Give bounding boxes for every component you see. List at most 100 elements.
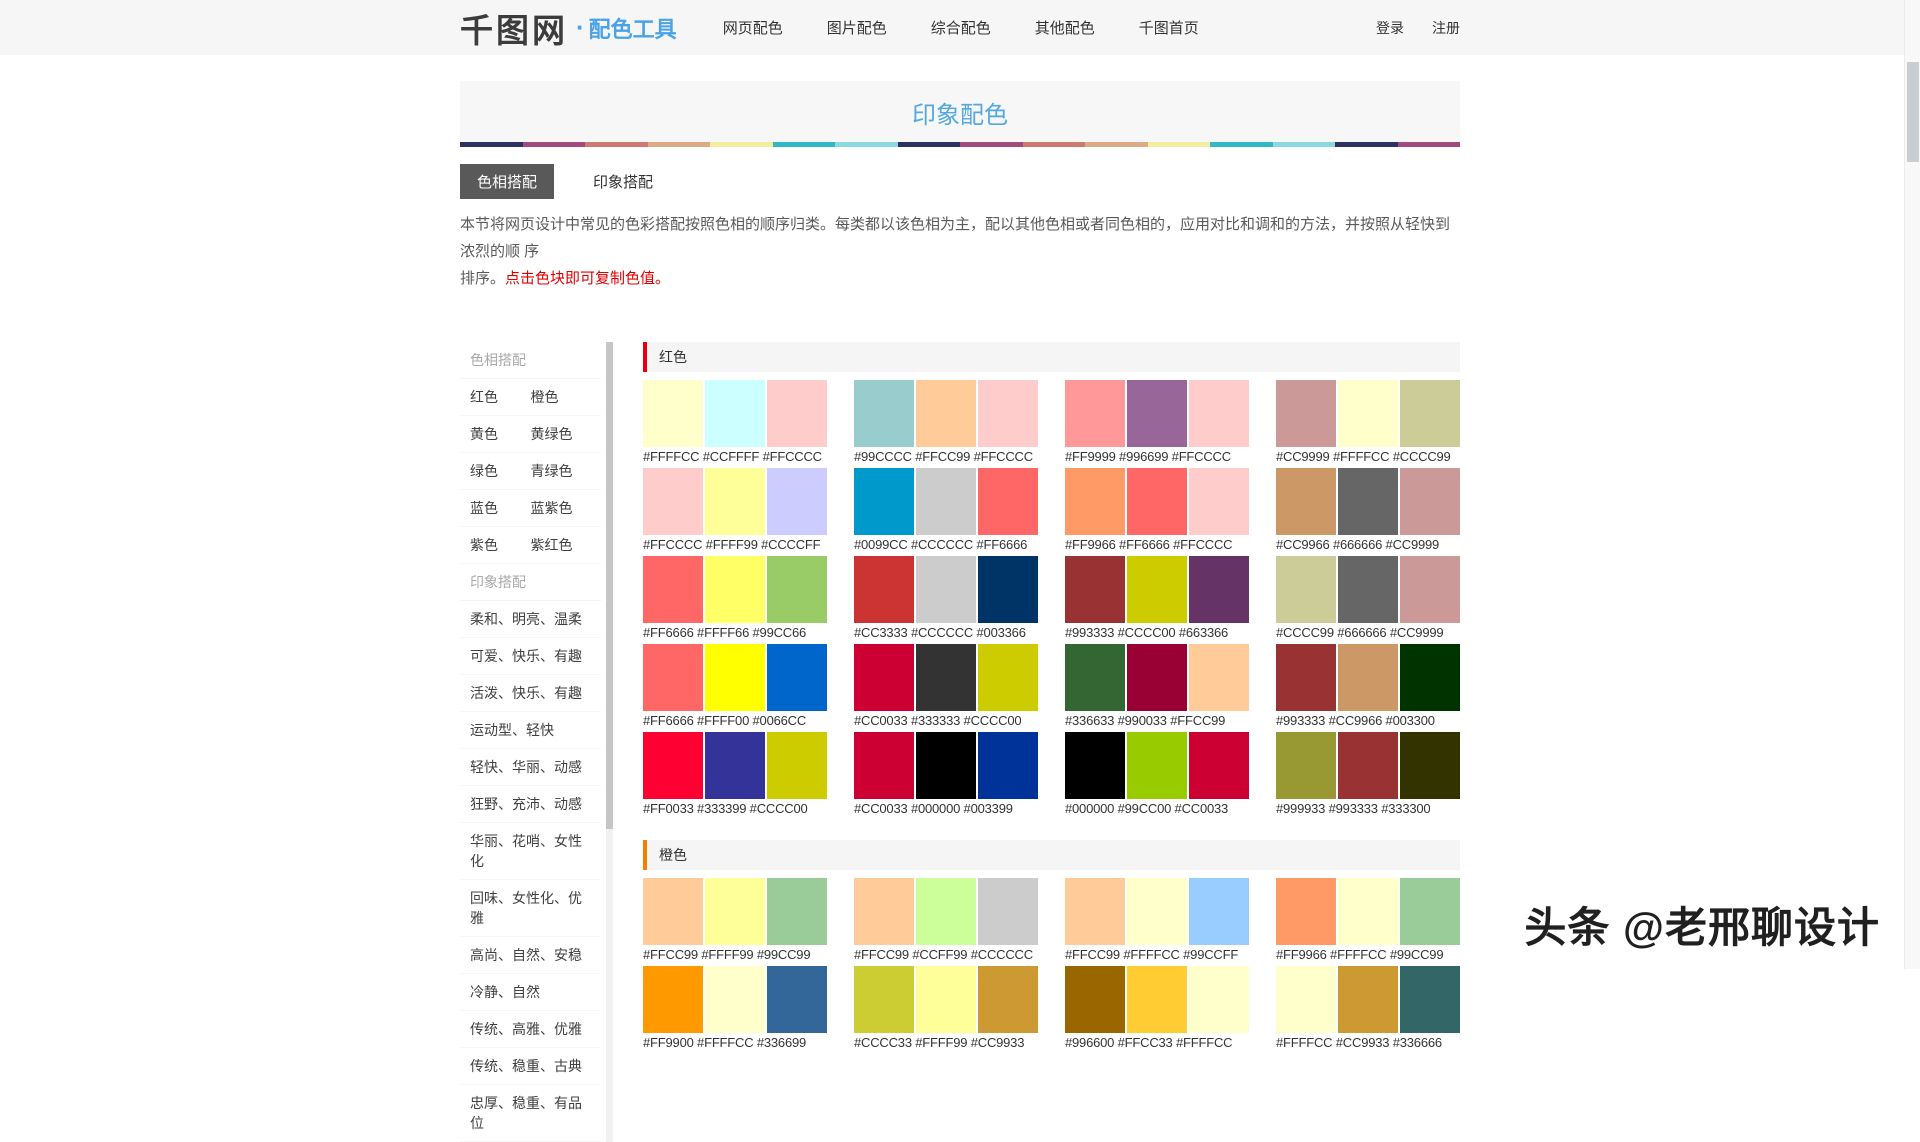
color-swatch[interactable] xyxy=(978,380,1038,447)
color-swatch[interactable] xyxy=(1338,644,1398,711)
color-swatch[interactable] xyxy=(1127,644,1187,711)
color-swatch[interactable] xyxy=(854,644,914,711)
color-swatch[interactable] xyxy=(1338,732,1398,799)
page-scrollbar-track[interactable] xyxy=(1904,0,1920,969)
color-swatch[interactable] xyxy=(1338,468,1398,535)
color-swatch[interactable] xyxy=(978,732,1038,799)
color-swatch[interactable] xyxy=(1127,878,1187,945)
color-swatch[interactable] xyxy=(1065,468,1125,535)
color-swatch[interactable] xyxy=(1065,380,1125,447)
color-swatch[interactable] xyxy=(1276,380,1336,447)
sidebar-item[interactable]: 可爱、快乐、有趣 xyxy=(470,646,582,666)
color-swatch[interactable] xyxy=(1400,644,1460,711)
sidebar-item[interactable]: 紫红色 xyxy=(531,535,592,555)
sidebar-item[interactable]: 高尚、自然、安稳 xyxy=(470,945,582,965)
sidebar-item[interactable]: 运动型、轻快 xyxy=(470,720,554,740)
sidebar-item[interactable]: 传统、高雅、优雅 xyxy=(470,1019,582,1039)
color-swatch[interactable] xyxy=(705,966,765,1033)
login-link[interactable]: 登录 xyxy=(1376,18,1404,38)
color-swatch[interactable] xyxy=(1127,966,1187,1033)
color-swatch[interactable] xyxy=(705,732,765,799)
color-swatch[interactable] xyxy=(1276,878,1336,945)
color-swatch[interactable] xyxy=(1400,966,1460,1033)
color-swatch[interactable] xyxy=(767,468,827,535)
sidebar-item[interactable]: 轻快、华丽、动感 xyxy=(470,757,582,777)
color-swatch[interactable] xyxy=(978,878,1038,945)
color-swatch[interactable] xyxy=(643,878,703,945)
color-swatch[interactable] xyxy=(978,468,1038,535)
color-swatch[interactable] xyxy=(916,556,976,623)
sidebar-scrollbar-thumb[interactable] xyxy=(606,342,613,829)
sidebar-item[interactable]: 回味、女性化、优雅 xyxy=(470,888,591,928)
color-swatch[interactable] xyxy=(916,878,976,945)
color-swatch[interactable] xyxy=(1276,468,1336,535)
tab-hue-match[interactable]: 色相搭配 xyxy=(460,164,555,199)
color-swatch[interactable] xyxy=(705,644,765,711)
color-swatch[interactable] xyxy=(1065,556,1125,623)
color-swatch[interactable] xyxy=(1065,732,1125,799)
color-swatch[interactable] xyxy=(1127,468,1187,535)
nav-link[interactable]: 其他配色 xyxy=(1035,17,1095,38)
color-swatch[interactable] xyxy=(1127,732,1187,799)
color-swatch[interactable] xyxy=(643,732,703,799)
nav-link[interactable]: 网页配色 xyxy=(723,17,783,38)
site-logo[interactable]: 千图网 xyxy=(460,4,568,52)
sidebar-item[interactable]: 华丽、花哨、女性化 xyxy=(470,831,591,871)
color-swatch[interactable] xyxy=(767,380,827,447)
color-swatch[interactable] xyxy=(767,878,827,945)
color-swatch[interactable] xyxy=(978,966,1038,1033)
sidebar-item[interactable]: 橙色 xyxy=(531,387,592,407)
sidebar-item[interactable]: 活泼、快乐、有趣 xyxy=(470,683,582,703)
page-scrollbar-thumb[interactable] xyxy=(1907,62,1919,162)
color-swatch[interactable] xyxy=(705,556,765,623)
color-swatch[interactable] xyxy=(916,644,976,711)
sidebar-item[interactable]: 黄色 xyxy=(470,424,531,444)
color-swatch[interactable] xyxy=(1189,468,1249,535)
color-swatch[interactable] xyxy=(705,878,765,945)
sidebar-item[interactable]: 绿色 xyxy=(470,461,531,481)
color-swatch[interactable] xyxy=(1189,556,1249,623)
color-swatch[interactable] xyxy=(643,556,703,623)
color-swatch[interactable] xyxy=(1276,732,1336,799)
color-swatch[interactable] xyxy=(1400,732,1460,799)
sidebar-item[interactable]: 红色 xyxy=(470,387,531,407)
color-swatch[interactable] xyxy=(767,732,827,799)
color-swatch[interactable] xyxy=(1189,878,1249,945)
color-swatch[interactable] xyxy=(1065,644,1125,711)
color-swatch[interactable] xyxy=(1127,380,1187,447)
color-swatch[interactable] xyxy=(916,966,976,1033)
sidebar-item[interactable]: 蓝紫色 xyxy=(531,498,592,518)
color-swatch[interactable] xyxy=(1189,966,1249,1033)
color-swatch[interactable] xyxy=(705,380,765,447)
color-swatch[interactable] xyxy=(643,966,703,1033)
color-swatch[interactable] xyxy=(854,732,914,799)
color-swatch[interactable] xyxy=(978,556,1038,623)
color-swatch[interactable] xyxy=(854,878,914,945)
color-swatch[interactable] xyxy=(1338,380,1398,447)
sidebar-item[interactable]: 柔和、明亮、温柔 xyxy=(470,609,582,629)
sidebar-item[interactable]: 忠厚、稳重、有品位 xyxy=(470,1093,591,1133)
color-swatch[interactable] xyxy=(916,468,976,535)
color-swatch[interactable] xyxy=(1400,878,1460,945)
sidebar-item[interactable]: 狂野、充沛、动感 xyxy=(470,794,582,814)
color-swatch[interactable] xyxy=(1189,380,1249,447)
color-swatch[interactable] xyxy=(1400,556,1460,623)
sidebar-item[interactable]: 紫色 xyxy=(470,535,531,555)
color-swatch[interactable] xyxy=(1189,732,1249,799)
color-swatch[interactable] xyxy=(978,644,1038,711)
tab-impression-match[interactable]: 印象搭配 xyxy=(576,164,670,199)
color-swatch[interactable] xyxy=(854,966,914,1033)
register-link[interactable]: 注册 xyxy=(1432,18,1460,38)
color-swatch[interactable] xyxy=(1276,556,1336,623)
sidebar-item[interactable]: 蓝色 xyxy=(470,498,531,518)
color-swatch[interactable] xyxy=(1338,878,1398,945)
color-swatch[interactable] xyxy=(854,380,914,447)
nav-link[interactable]: 千图首页 xyxy=(1139,17,1199,38)
color-swatch[interactable] xyxy=(767,556,827,623)
color-swatch[interactable] xyxy=(1400,468,1460,535)
color-swatch[interactable] xyxy=(705,468,765,535)
color-swatch[interactable] xyxy=(1189,644,1249,711)
color-swatch[interactable] xyxy=(767,966,827,1033)
color-swatch[interactable] xyxy=(1338,556,1398,623)
color-swatch[interactable] xyxy=(1065,878,1125,945)
